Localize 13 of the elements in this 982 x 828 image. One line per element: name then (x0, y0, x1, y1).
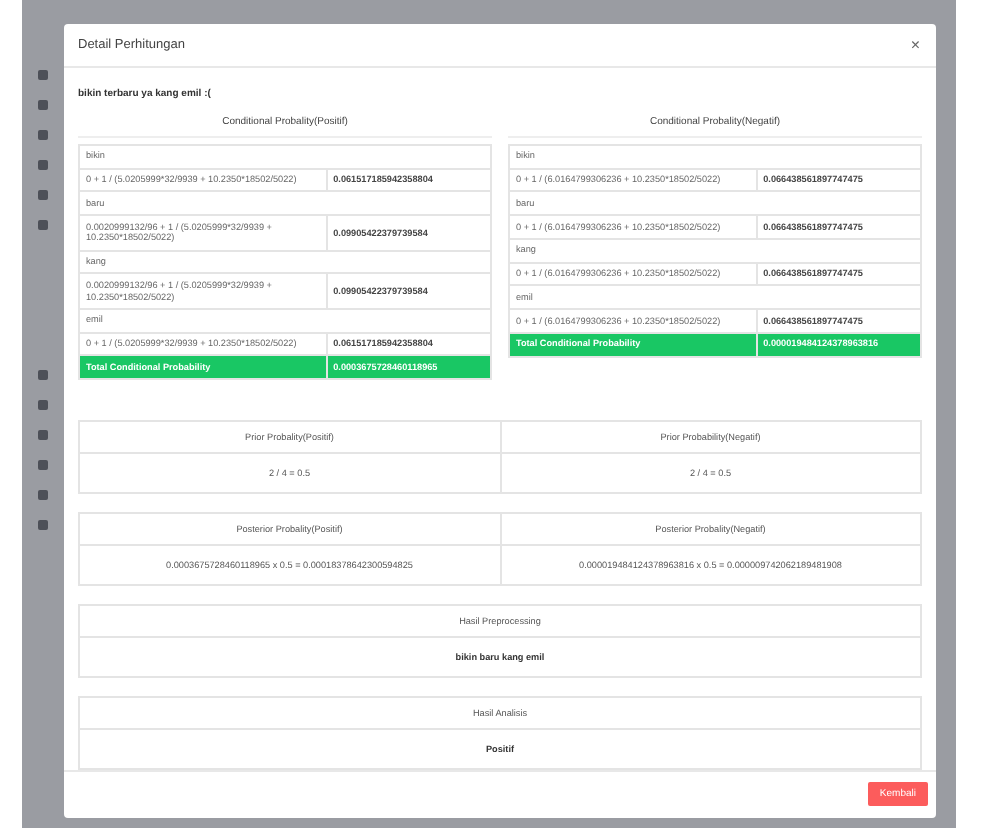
menu-icon[interactable] (38, 220, 48, 230)
menu-icon[interactable] (38, 190, 48, 200)
menu-icon[interactable] (38, 370, 48, 380)
menu-icon[interactable] (38, 400, 48, 410)
menu-icon[interactable] (38, 430, 48, 440)
menu-icon[interactable] (38, 70, 48, 80)
menu-icon[interactable] (38, 160, 48, 170)
menu-icon[interactable] (38, 100, 48, 110)
menu-icon[interactable] (38, 490, 48, 500)
menu-icon[interactable] (38, 520, 48, 530)
close-button[interactable]: × (910, 35, 920, 54)
menu-icon[interactable] (38, 460, 48, 470)
menu-icon[interactable] (38, 130, 48, 140)
